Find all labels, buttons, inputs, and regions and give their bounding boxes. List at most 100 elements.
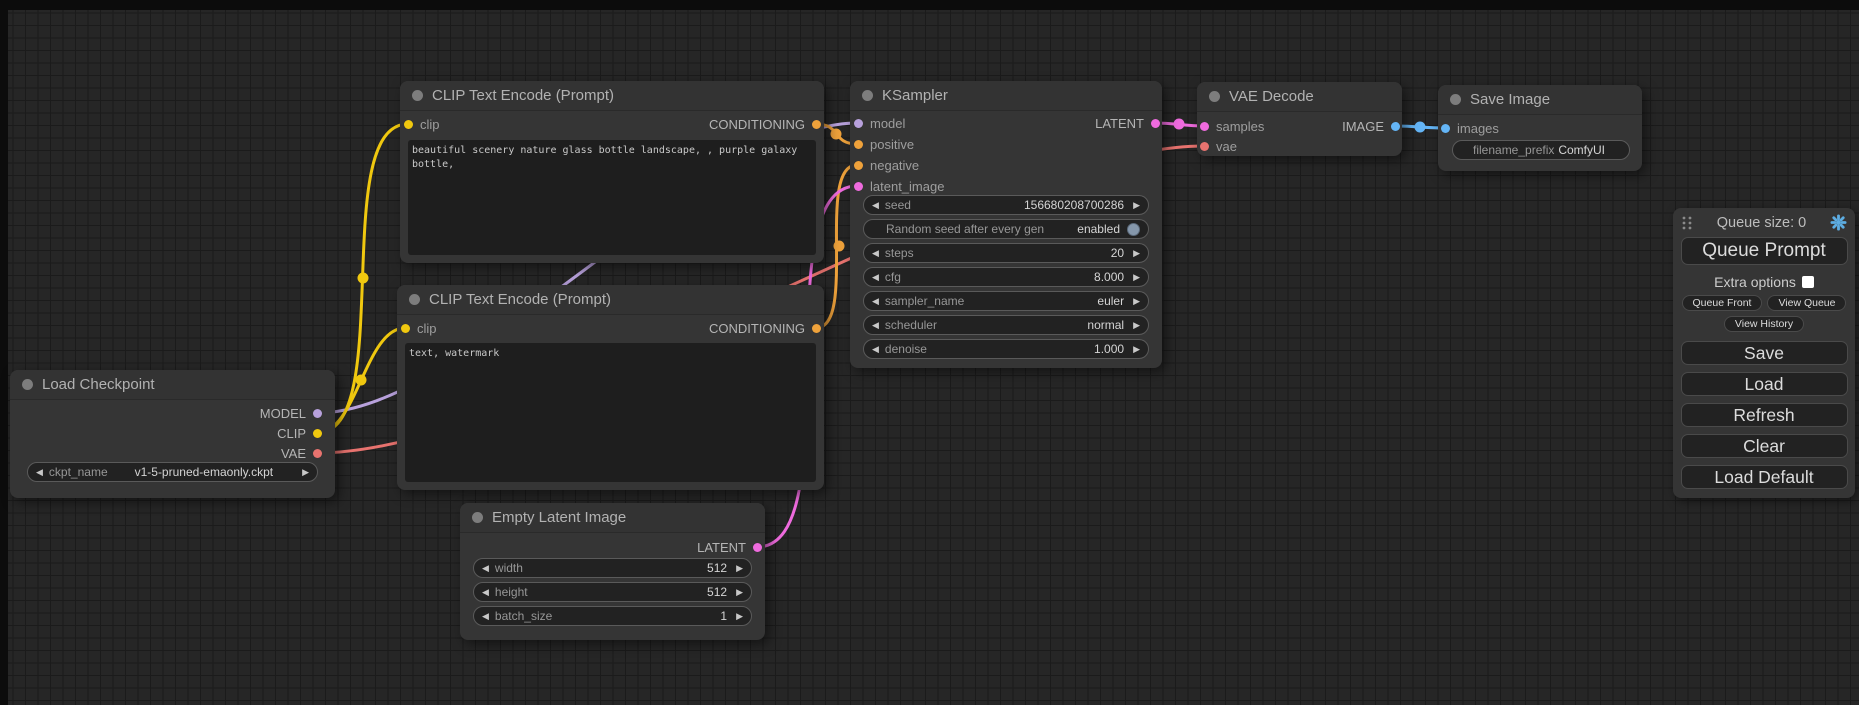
widget-label: seed — [885, 198, 911, 212]
negative-input-port[interactable] — [854, 161, 863, 170]
vae-output-port[interactable] — [313, 449, 322, 458]
decrement-arrow-icon[interactable]: ◀ — [872, 273, 879, 282]
conditioning-output-port[interactable] — [812, 324, 821, 333]
ckpt-name-widget[interactable]: ◀ ckpt_name v1-5-pruned-emaonly.ckpt ▶ — [27, 462, 318, 482]
decrement-arrow-icon[interactable]: ◀ — [872, 321, 879, 330]
load-button[interactable]: Load — [1681, 372, 1848, 396]
latent-output-port[interactable] — [753, 543, 762, 552]
node-graph-canvas[interactable]: Load Checkpoint MODEL CLIP VAE ◀ ckpt_na… — [0, 0, 1859, 705]
view-queue-button[interactable]: View Queue — [1767, 295, 1846, 311]
conditioning-output-port[interactable] — [812, 120, 821, 129]
extra-options-checkbox[interactable] — [1802, 276, 1814, 288]
widget-label: height — [495, 585, 528, 599]
collapse-dot-icon[interactable] — [409, 294, 420, 305]
collapse-dot-icon[interactable] — [1450, 94, 1461, 105]
increment-arrow-icon[interactable]: ▶ — [1133, 297, 1140, 306]
node-ksampler[interactable]: KSampler model LATENT positive negative — [850, 81, 1162, 368]
prompt-textarea[interactable]: text, watermark — [405, 343, 816, 482]
toggle-dot-icon[interactable] — [1127, 223, 1140, 236]
node-title-bar[interactable]: Load Checkpoint — [10, 370, 335, 400]
filename-prefix-widget[interactable]: filename_prefix ComfyUI — [1452, 140, 1630, 160]
decrement-arrow-icon[interactable]: ◀ — [36, 468, 43, 477]
decrement-arrow-icon[interactable]: ◀ — [482, 612, 489, 621]
refresh-button[interactable]: Refresh — [1681, 403, 1848, 427]
collapse-dot-icon[interactable] — [1209, 91, 1220, 102]
decrement-arrow-icon[interactable]: ◀ — [872, 201, 879, 210]
save-button[interactable]: Save — [1681, 341, 1848, 365]
queue-prompt-button[interactable]: Queue Prompt — [1681, 237, 1848, 265]
image-output-port[interactable] — [1391, 122, 1400, 131]
collapse-dot-icon[interactable] — [412, 90, 423, 101]
node-save-image[interactable]: Save Image images filename_prefix ComfyU… — [1438, 85, 1642, 171]
images-input-port[interactable] — [1441, 124, 1450, 133]
clip-input-port[interactable] — [401, 324, 410, 333]
input-label: model — [870, 116, 905, 131]
node-title: Load Checkpoint — [42, 376, 155, 393]
latent-image-input-port[interactable] — [854, 182, 863, 191]
collapse-dot-icon[interactable] — [472, 512, 483, 523]
widget-value: 156680208700286 — [1024, 198, 1124, 212]
decrement-arrow-icon[interactable]: ◀ — [872, 345, 879, 354]
width-widget[interactable]: ◀ width 512 ▶ — [473, 558, 752, 578]
random-seed-toggle-widget[interactable]: Random seed after every gen enabled — [863, 219, 1149, 239]
node-title-bar[interactable]: Save Image — [1438, 85, 1642, 115]
samples-input-port[interactable] — [1200, 122, 1209, 131]
widget-label: steps — [885, 246, 914, 260]
input-label: clip — [420, 117, 440, 132]
node-vae-decode[interactable]: VAE Decode samples IMAGE vae — [1197, 82, 1402, 156]
node-clip-text-encode-negative[interactable]: CLIP Text Encode (Prompt) clip CONDITION… — [397, 285, 824, 490]
cfg-widget[interactable]: ◀ cfg 8.000 ▶ — [863, 267, 1149, 287]
scheduler-widget[interactable]: ◀ scheduler normal ▶ — [863, 315, 1149, 335]
increment-arrow-icon[interactable]: ▶ — [736, 564, 743, 573]
clip-input-port[interactable] — [404, 120, 413, 129]
node-title-bar[interactable]: KSampler — [850, 81, 1162, 111]
model-input-port[interactable] — [854, 119, 863, 128]
collapse-dot-icon[interactable] — [22, 379, 33, 390]
increment-arrow-icon[interactable]: ▶ — [1133, 201, 1140, 210]
denoise-widget[interactable]: ◀ denoise 1.000 ▶ — [863, 339, 1149, 359]
latent-output-port[interactable] — [1151, 119, 1160, 128]
collapse-dot-icon[interactable] — [862, 90, 873, 101]
increment-arrow-icon[interactable]: ▶ — [1133, 273, 1140, 282]
widget-label: denoise — [885, 342, 927, 356]
queue-front-button[interactable]: Queue Front — [1682, 295, 1763, 311]
node-title-bar[interactable]: CLIP Text Encode (Prompt) — [400, 81, 824, 111]
node-title: CLIP Text Encode (Prompt) — [432, 87, 614, 104]
seed-widget[interactable]: ◀ seed 156680208700286 ▶ — [863, 195, 1149, 215]
drag-handle-icon[interactable] — [1681, 215, 1693, 231]
node-load-checkpoint[interactable]: Load Checkpoint MODEL CLIP VAE ◀ ckpt_na… — [10, 370, 335, 498]
node-title-bar[interactable]: VAE Decode — [1197, 82, 1402, 112]
widget-value: euler — [1097, 294, 1124, 308]
height-widget[interactable]: ◀ height 512 ▶ — [473, 582, 752, 602]
increment-arrow-icon[interactable]: ▶ — [1133, 345, 1140, 354]
settings-gear-icon[interactable] — [1830, 214, 1847, 231]
positive-input-port[interactable] — [854, 140, 863, 149]
load-default-button[interactable]: Load Default — [1681, 465, 1848, 489]
node-title-bar[interactable]: CLIP Text Encode (Prompt) — [397, 285, 824, 315]
widget-value: v1-5-pruned-emaonly.ckpt — [135, 465, 274, 479]
increment-arrow-icon[interactable]: ▶ — [1133, 249, 1140, 258]
increment-arrow-icon[interactable]: ▶ — [1133, 321, 1140, 330]
node-title: Save Image — [1470, 91, 1550, 108]
view-history-button[interactable]: View History — [1724, 316, 1804, 332]
vae-input-port[interactable] — [1200, 142, 1209, 151]
widget-label: batch_size — [495, 609, 552, 623]
prompt-textarea[interactable]: beautiful scenery nature glass bottle la… — [408, 140, 816, 255]
decrement-arrow-icon[interactable]: ◀ — [482, 564, 489, 573]
steps-widget[interactable]: ◀ steps 20 ▶ — [863, 243, 1149, 263]
increment-arrow-icon[interactable]: ▶ — [736, 588, 743, 597]
increment-arrow-icon[interactable]: ▶ — [736, 612, 743, 621]
clip-output-port[interactable] — [313, 429, 322, 438]
sampler-name-widget[interactable]: ◀ sampler_name euler ▶ — [863, 291, 1149, 311]
node-empty-latent-image[interactable]: Empty Latent Image LATENT ◀ width 512 ▶ … — [460, 503, 765, 640]
widget-value: 1.000 — [1094, 342, 1124, 356]
decrement-arrow-icon[interactable]: ◀ — [872, 249, 879, 258]
node-clip-text-encode-positive[interactable]: CLIP Text Encode (Prompt) clip CONDITION… — [400, 81, 824, 263]
model-output-port[interactable] — [313, 409, 322, 418]
decrement-arrow-icon[interactable]: ◀ — [872, 297, 879, 306]
batch-size-widget[interactable]: ◀ batch_size 1 ▶ — [473, 606, 752, 626]
node-title-bar[interactable]: Empty Latent Image — [460, 503, 765, 533]
decrement-arrow-icon[interactable]: ◀ — [482, 588, 489, 597]
clear-button[interactable]: Clear — [1681, 434, 1848, 458]
increment-arrow-icon[interactable]: ▶ — [302, 468, 309, 477]
